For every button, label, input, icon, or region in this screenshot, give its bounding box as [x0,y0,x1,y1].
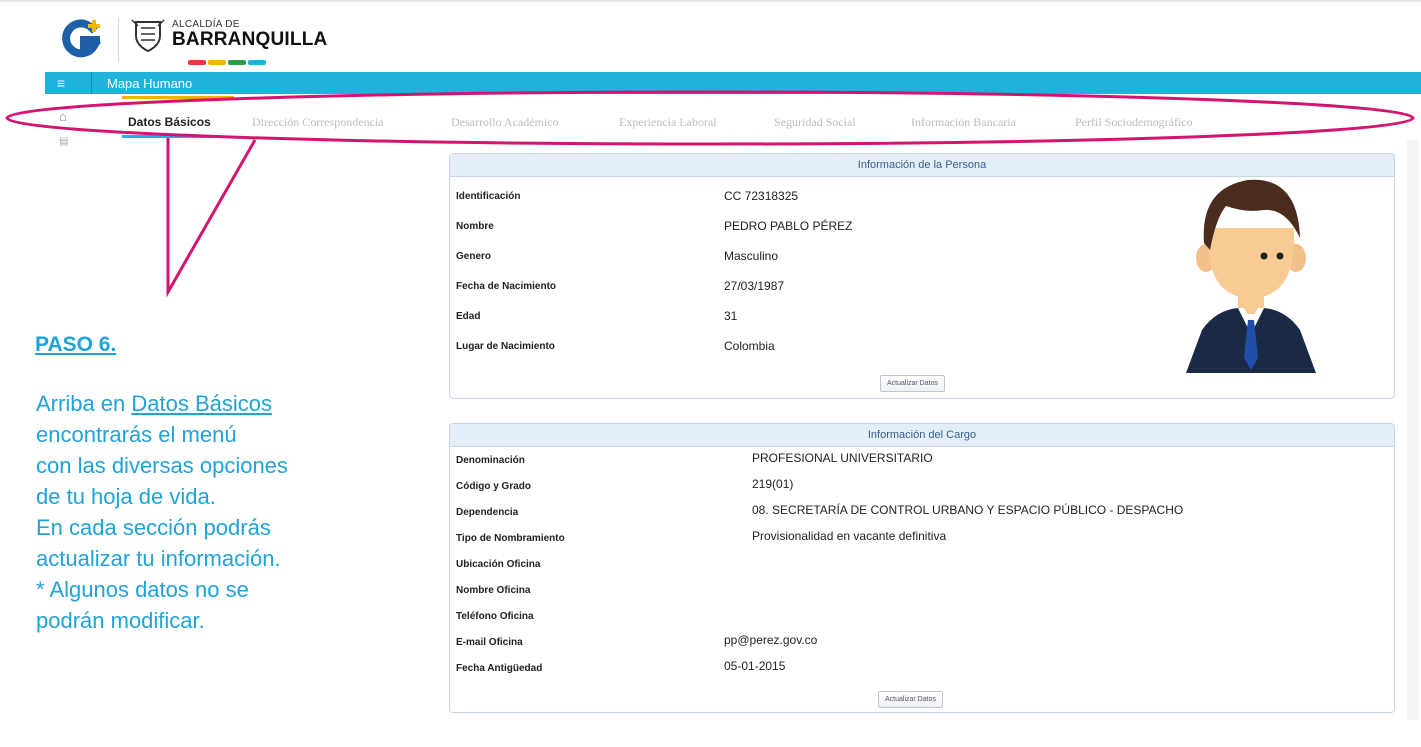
sidebar-icon[interactable]: ▤ [59,136,68,147]
cargo-card: Información del Cargo Denominación PROFE… [449,423,1395,713]
field-value: 219(01) [752,477,794,491]
field-label: Fecha de Nacimiento [456,281,557,292]
tab-experiencia-laboral[interactable]: Experiencia Laboral [619,115,717,130]
app-title: Mapa Humano [107,76,193,91]
cargo-row: Fecha Antigüedad 05-01-2015 [450,655,1394,681]
field-label: Código y Grado [456,481,531,492]
tabs-row: ⌂ ▤ Datos Básicos Dirección Corresponden… [45,96,1421,147]
instruction-line: En cada sección podrás [36,515,271,540]
cargo-row: Teléfono Oficina [450,603,1394,629]
instruction-line: de tu hoja de vida. [36,484,216,509]
field-label: Edad [456,311,481,322]
field-value: 05-01-2015 [724,659,786,673]
tab-desarrollo-academico[interactable]: Desarrollo Académico [451,115,559,130]
cargo-row: Dependencia 08. SECRETARÍA DE CONTROL UR… [450,499,1394,525]
field-label: Teléfono Oficina [456,611,534,622]
field-value: 08. SECRETARÍA DE CONTROL URBANO Y ESPAC… [752,503,1184,517]
field-label: Ubicación Oficina [456,559,541,570]
field-label: Lugar de Nacimiento [456,341,555,352]
brand-color-strip [188,60,268,65]
app-bar: ≡ Mapa Humano [45,72,1421,94]
persona-card: Información de la Persona Identificación… [449,153,1395,399]
field-value: PEDRO PABLO PÉREZ [724,219,853,233]
cargo-row: Ubicación Oficina [450,551,1394,577]
field-value: Provisionalidad en vacante definitiva [752,529,947,543]
update-cargo-button[interactable]: Actualizar Datos [878,691,943,708]
field-value: pp@perez.gov.co [724,633,818,647]
datos-basicos-link: Datos Básicos [131,391,273,416]
field-value: CC 72318325 [724,189,799,203]
cargo-row: Código y Grado 219(01) [450,473,1394,499]
field-label: Genero [456,251,492,262]
tab-direccion-correspondencia[interactable]: Dirección Correspondencia [252,115,384,130]
field-label: Tipo de Nombramiento [456,533,565,544]
tab-datos-basicos[interactable]: Datos Básicos [122,115,217,138]
field-value: 27/03/1987 [724,279,785,293]
bar-divider [91,72,92,94]
step-title: PASO 6. [35,333,117,356]
instruction-line: podrán modificar. [36,608,205,633]
field-label: Nombre Oficina [456,585,531,596]
field-label: Identificación [456,191,521,202]
field-value: 31 [724,309,738,323]
cargo-row: Denominación PROFESIONAL UNIVERSITARIO [450,447,1394,473]
page-scrollbar[interactable] [1407,140,1419,720]
app-header: ALCALDÍA DE BARRANQUILLA [0,0,1421,74]
field-value: PROFESIONAL UNIVERSITARIO [752,451,933,465]
city-name: BARRANQUILLA [172,29,328,50]
field-label: Denominación [456,455,525,466]
instruction-text: Arriba en [36,391,132,416]
update-persona-button[interactable]: Actualizar Datos [880,375,945,392]
tab-informacion-bancaria[interactable]: Información Bancaria [911,115,1016,130]
field-label: E-mail Oficina [456,637,523,648]
hamburger-menu-icon[interactable]: ≡ [53,75,69,91]
field-label: Dependencia [456,507,519,518]
instruction-line: con las diversas opciones [36,453,288,478]
g-plus-logo-icon [62,19,102,58]
field-label: Fecha Antigüedad [456,663,543,674]
field-value: Masculino [724,249,779,263]
step-instructions: Arriba en Datos Básicos encontrarás el m… [36,388,406,636]
cargo-card-title: Información del Cargo [450,424,1394,447]
cargo-row: Tipo de Nombramiento Provisionalidad en … [450,525,1394,551]
field-value: Colombia [724,339,775,353]
crest-icon [131,19,165,53]
instruction-line: encontrarás el menú [36,422,237,447]
home-icon[interactable]: ⌂ [59,109,67,124]
field-label: Nombre [456,221,494,232]
cargo-row: Nombre Oficina [450,577,1394,603]
instruction-line: actualizar tu información. [36,546,281,571]
active-tab-highlight [122,96,234,99]
instruction-line: * Algunos datos no se [36,577,249,602]
cargo-row: E-mail Oficina pp@perez.gov.co [450,629,1394,655]
logo-divider [118,18,119,62]
tab-seguridad-social[interactable]: Seguridad Social [774,115,856,130]
tab-perfil-sociodemografico[interactable]: Perfil Sociodemográfico [1075,115,1193,130]
user-avatar [1186,179,1316,373]
